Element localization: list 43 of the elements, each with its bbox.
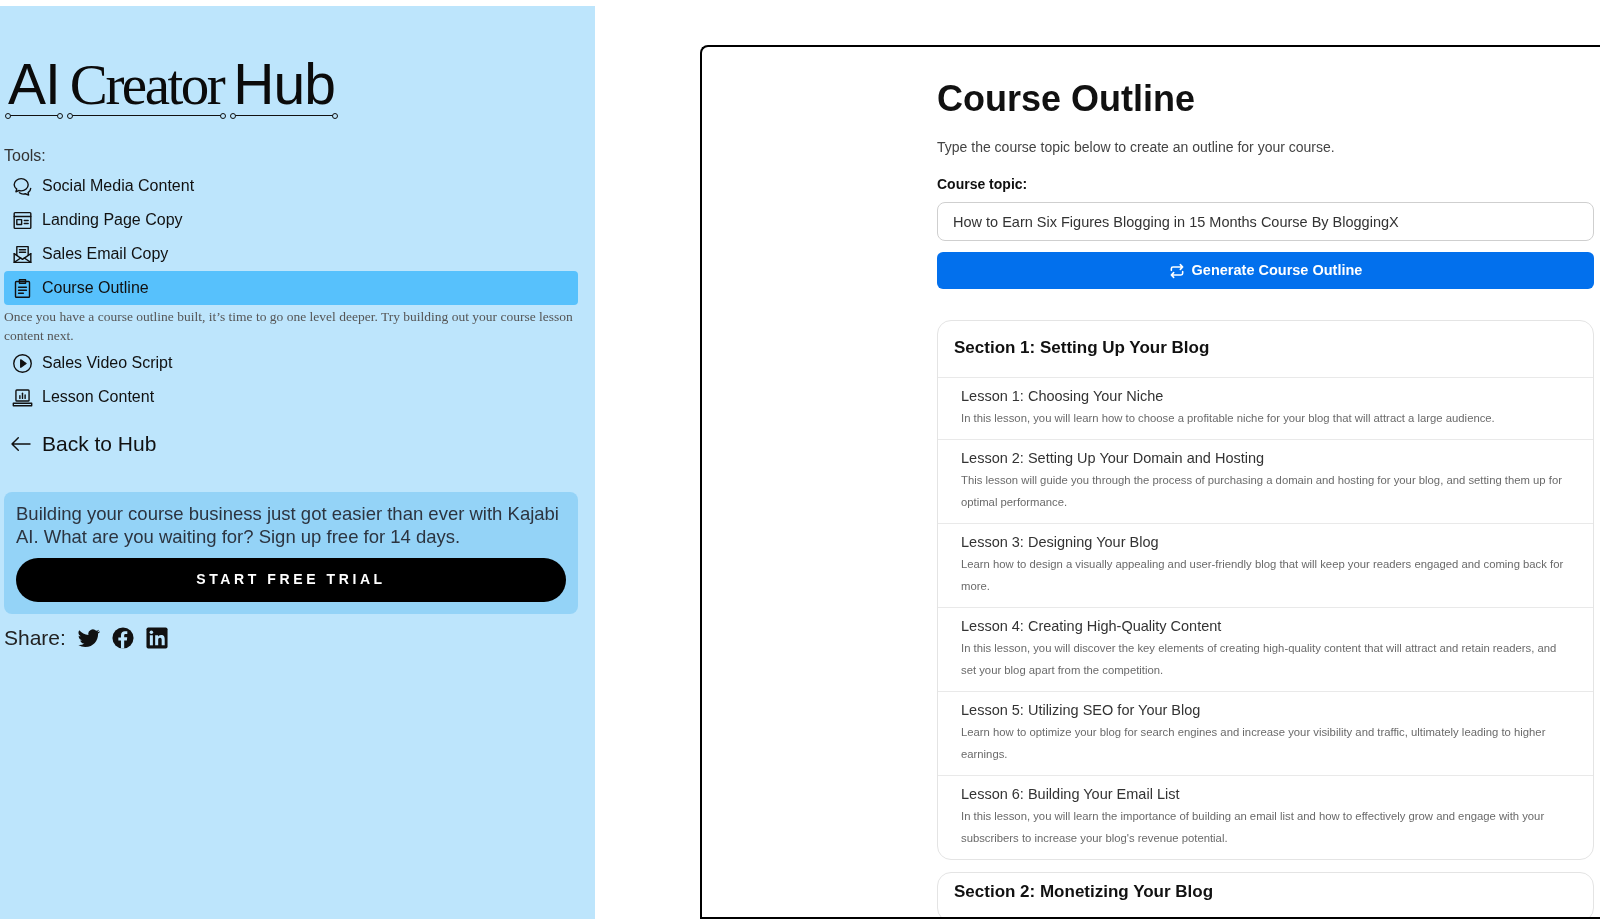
lesson-description: Learn how to optimize your blog for search engines and increase your visibility and traffic, ultimately leading to higher earnings. — [961, 725, 1547, 762]
section-title: Section 2: Monetizing Your Blog — [953, 881, 1215, 903]
bird-icon[interactable] — [77, 626, 100, 649]
repeat-icon — [1168, 262, 1185, 279]
layout-window-icon — [12, 209, 33, 231]
app-logo: AI Creator Hub — [8, 56, 578, 116]
sidebar-item[interactable]: Landing Page Copy — [4, 203, 578, 237]
share-label: Share: — [4, 624, 66, 651]
intro-text: Type the course topic below to create an outline for your course. — [937, 138, 1336, 157]
tools-heading: Tools: — [4, 146, 47, 166]
lesson-description: This lesson will guide you through the process of purchasing a domain and hosting for your blog, and setting them up for optimal performance. — [961, 473, 1563, 510]
field-label: Course topic: — [937, 175, 1029, 194]
lesson-title: Lesson 6: Building Your Email List — [961, 785, 1181, 804]
sidebar-item[interactable]: Social Media Content — [4, 169, 578, 203]
sidebar-item[interactable]: Course Outline — [4, 271, 578, 305]
lesson-title: Lesson 2: Setting Up Your Domain and Hosting — [961, 449, 1266, 468]
sidebar-item[interactable]: Sales Email Copy — [4, 237, 578, 271]
back-link[interactable]: Back to Hub — [10, 428, 157, 460]
arrow-left-icon — [10, 434, 32, 453]
play-circle-icon — [12, 352, 33, 374]
topic-input-field[interactable]: How to Earn Six Figures Blogging in 15 Months Course By BloggingX — [937, 202, 1594, 241]
lesson-title: Lesson 3: Designing Your Blog — [961, 533, 1160, 552]
linkedin-icon[interactable] — [145, 626, 168, 649]
clipboard-icon — [12, 277, 33, 299]
lesson-description: Learn how to design a visually appealing and user-friendly blog that will keep your readers engaged and coming back for more. — [961, 557, 1565, 594]
sidebar-item[interactable]: Lesson Content — [4, 380, 578, 414]
envelope-letter-icon — [12, 243, 33, 265]
lesson-description: In this lesson, you will discover the key elements of creating high-quality content that will attract and retain readers, and set your blog apart from the competition. — [961, 641, 1558, 678]
lesson-title: Lesson 4: Creating High-Quality Content — [961, 617, 1223, 636]
tool-hint-text: Once you have a course outline built, it’s time to go one level deeper. Try building out your course lesson content next. — [4, 308, 574, 345]
lesson-title: Lesson 1: Choosing Your Niche — [961, 387, 1165, 406]
section-title: Section 1: Setting Up Your Blog — [953, 337, 1211, 359]
lesson-description: In this lesson, you will learn the importance of building an email list and how to effectively grow and engage with your subscribers to increase your blog's revenue potential. — [961, 809, 1546, 846]
chat-bubbles-icon — [12, 175, 33, 197]
page-title: Course Outline — [937, 77, 1197, 120]
laptop-chart-icon — [12, 386, 33, 408]
lesson-description: In this lesson, you will learn how to choose a profitable niche for your blog that will attract a large audience. — [961, 411, 1496, 426]
sidebar-item[interactable]: Sales Video Script — [4, 346, 578, 380]
lesson-title: Lesson 5: Utilizing SEO for Your Blog — [961, 701, 1202, 720]
facebook-icon[interactable] — [111, 626, 134, 649]
start-trial-button[interactable]: START FREE TRIAL — [16, 557, 566, 602]
promo-text: Building your course business just got easier than ever with Kajabi AI. What are you waiting for? Sign up free for 14 days. — [16, 501, 560, 548]
generate-button[interactable]: Generate Course Outline — [937, 252, 1594, 289]
